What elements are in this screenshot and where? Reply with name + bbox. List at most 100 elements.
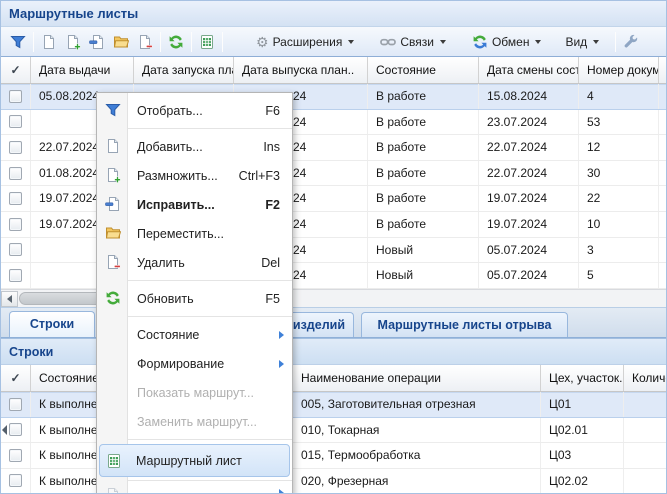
chevron-down-icon xyxy=(535,40,541,44)
cell-doc-number: 4 xyxy=(579,84,659,109)
cell-shop: Ц03 xyxy=(541,443,624,468)
cell-doc-number: 12 xyxy=(579,135,659,160)
row-checkbox[interactable] xyxy=(9,90,22,103)
cell-state: В работе xyxy=(368,110,479,135)
filter-icon xyxy=(105,102,121,118)
spreadsheet-icon xyxy=(199,34,215,50)
refresh-icon xyxy=(168,34,184,50)
scroll-left-button[interactable] xyxy=(1,291,18,307)
filter-button[interactable] xyxy=(6,31,30,53)
menu-item-replace-route: Заменить маршрут... xyxy=(97,407,292,436)
row-checkbox[interactable] xyxy=(9,218,22,231)
excel-export-button[interactable] xyxy=(195,31,219,53)
new-document-icon xyxy=(41,34,57,50)
lower-panel-title: Строки xyxy=(9,345,53,359)
menu-item-delete[interactable]: Удалить Del xyxy=(97,248,292,277)
extensions-label: Расширения xyxy=(273,35,343,49)
menu-item-move[interactable]: Переместить... xyxy=(97,219,292,248)
row-checkbox[interactable] xyxy=(9,474,22,487)
exchange-dropdown[interactable]: Обмен xyxy=(466,31,548,53)
document-plus-icon xyxy=(65,34,81,50)
cell-doc-number: 22 xyxy=(579,186,659,211)
row-checkbox[interactable] xyxy=(9,449,22,462)
column-header-issue-date[interactable]: Дата выдачи xyxy=(31,57,134,83)
row-checkbox[interactable] xyxy=(9,115,22,128)
cell-operation-name: 020, Фрезерная xyxy=(293,469,541,494)
column-header-operation-name[interactable]: Наименование операции xyxy=(293,365,541,391)
add-button[interactable] xyxy=(37,31,61,53)
document-edit-icon xyxy=(89,34,105,50)
cell-doc-number: 3 xyxy=(579,238,659,263)
context-menu: Отобрать... F6 Добавить... Ins Размножит… xyxy=(96,92,293,494)
column-header-check[interactable]: ✓ xyxy=(1,57,31,83)
column-header-launch-date[interactable]: Дата запуска плановая xyxy=(134,57,234,83)
upper-grid-header: ✓ Дата выдачи Дата запуска плановая Дата… xyxy=(1,57,666,84)
duplicate-button[interactable] xyxy=(61,31,85,53)
column-header-doc-number[interactable]: Номер документа xyxy=(579,57,659,83)
cell-state: В работе xyxy=(368,186,479,211)
column-header-state-change-date[interactable]: Дата смены состояния xyxy=(479,57,579,83)
menu-item-filter[interactable]: Отобрать... F6 xyxy=(97,96,292,125)
cell-operation-name: 005, Заготовительная отрезная xyxy=(293,392,541,417)
submenu-arrow-icon xyxy=(279,489,284,494)
row-checkbox[interactable] xyxy=(9,269,22,282)
menu-item-state[interactable]: Состояние xyxy=(97,320,292,349)
route-sheets-window: Маршрутные листы ⚙ xyxy=(0,0,667,494)
delete-button[interactable] xyxy=(133,31,157,53)
extensions-dropdown[interactable]: ⚙ Расширения xyxy=(250,31,360,53)
links-dropdown[interactable]: Связи xyxy=(374,31,452,53)
cell-state-change-date: 05.07.2024 xyxy=(479,238,579,263)
row-checkbox[interactable] xyxy=(9,243,22,256)
filter-icon xyxy=(10,34,26,50)
exchange-label: Обмен xyxy=(492,35,530,49)
menu-item-edit[interactable]: Исправить... F2 xyxy=(97,190,292,219)
open-folder-icon xyxy=(113,34,129,50)
toolbar: ⚙ Расширения Связи Обмен Вид xyxy=(1,27,666,57)
settings-wrench-button[interactable] xyxy=(619,31,643,53)
row-checkbox[interactable] xyxy=(9,167,22,180)
column-header-release-date[interactable]: Дата выпуска план.. xyxy=(234,57,368,83)
cell-state-change-date: 23.07.2024 xyxy=(479,110,579,135)
document-icon xyxy=(105,487,121,494)
view-dropdown[interactable]: Вид xyxy=(559,31,605,53)
cell-state: Новый xyxy=(368,238,479,263)
exchange-arrows-icon xyxy=(472,34,488,50)
document-edit-icon xyxy=(105,196,121,212)
column-header-check[interactable]: ✓ xyxy=(1,365,31,391)
menu-item-formation[interactable]: Формирование xyxy=(97,349,292,378)
row-checkbox[interactable] xyxy=(9,398,22,411)
row-checkbox[interactable] xyxy=(9,192,22,205)
gear-icon: ⚙ xyxy=(256,34,269,50)
row-checkbox[interactable] xyxy=(9,141,22,154)
move-button[interactable] xyxy=(109,31,133,53)
row-checkbox[interactable] xyxy=(9,423,22,436)
menu-item-duplicate[interactable]: Размножить... Ctrl+F3 xyxy=(97,161,292,190)
cell-state: В работе xyxy=(368,212,479,237)
collapse-left-icon[interactable] xyxy=(2,425,7,435)
column-header-shop[interactable]: Цех, участок. xyxy=(541,365,624,391)
wrench-icon xyxy=(623,34,639,50)
cell-quantity xyxy=(624,469,666,494)
toolbar-separator xyxy=(33,32,34,52)
toolbar-separator xyxy=(615,32,616,52)
menu-item-route-sheet[interactable]: Маршрутный лист xyxy=(99,444,290,477)
tab-stroki[interactable]: Строки xyxy=(9,311,95,337)
tab-route-sheets-tear-off[interactable]: Маршрутные листы отрыва xyxy=(361,312,568,337)
column-header-state[interactable]: Состояние xyxy=(368,57,479,83)
cell-quantity xyxy=(624,443,666,468)
menu-item-show-route: Показать маршрут... xyxy=(97,378,292,407)
document-plus-icon xyxy=(105,167,121,183)
chevron-down-icon xyxy=(593,40,599,44)
cell-state-change-date: 19.07.2024 xyxy=(479,186,579,211)
cell-quantity xyxy=(624,418,666,443)
refresh-button[interactable] xyxy=(164,31,188,53)
cell-doc-number: 53 xyxy=(579,110,659,135)
page-title: Маршрутные листы xyxy=(9,6,138,21)
open-folder-icon xyxy=(105,225,121,241)
edit-button[interactable] xyxy=(85,31,109,53)
cell-doc-number: 5 xyxy=(579,263,659,288)
menu-item-refresh[interactable]: Обновить F5 xyxy=(97,284,292,313)
menu-item-partial[interactable] xyxy=(97,484,292,494)
menu-item-add[interactable]: Добавить... Ins xyxy=(97,132,292,161)
column-header-quantity[interactable]: Количество xyxy=(624,365,666,391)
